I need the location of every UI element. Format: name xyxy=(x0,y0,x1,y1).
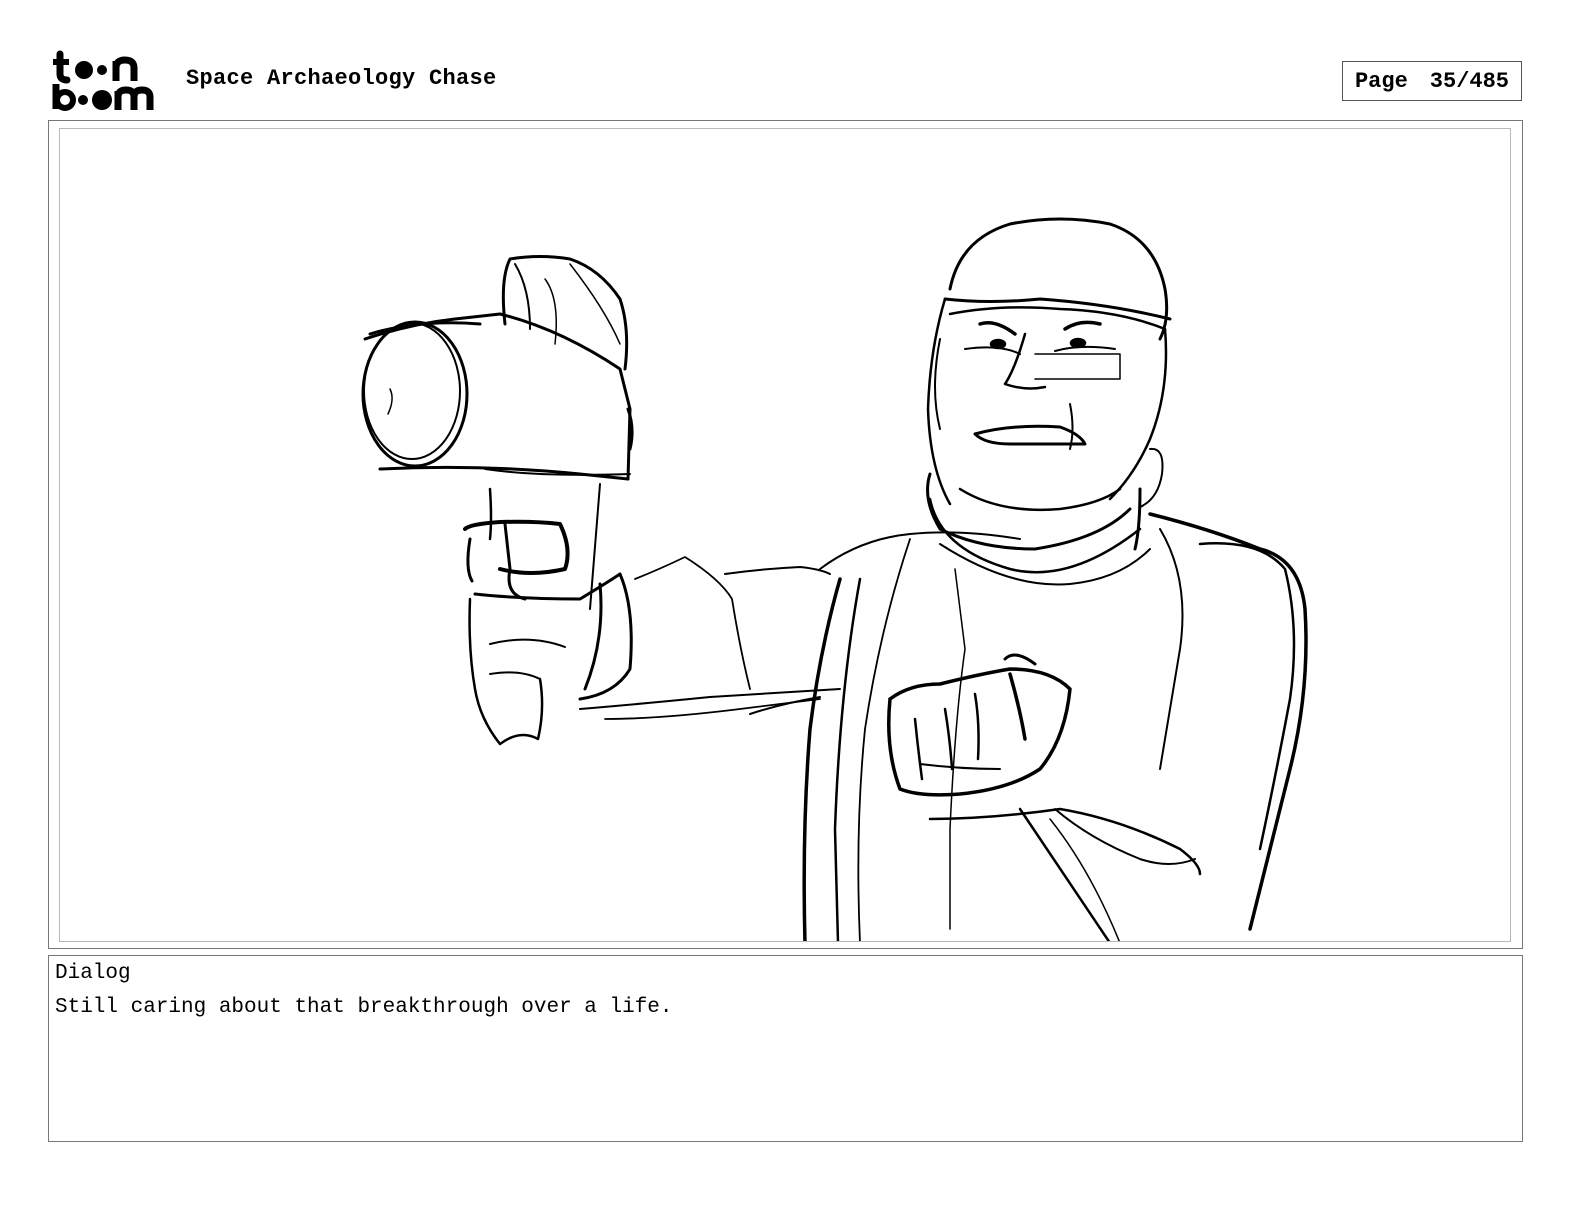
storyboard-header: Space Archaeology Chase Page 35/485 xyxy=(0,0,1584,120)
storyboard-panel xyxy=(59,128,1511,942)
arm-sketch xyxy=(468,556,841,746)
body-sketch xyxy=(802,472,1308,941)
page-label: Page xyxy=(1354,68,1408,94)
dialog-text: Still caring about that breakthrough ove… xyxy=(55,996,673,1019)
blaster-sketch xyxy=(361,255,634,610)
head-sketch xyxy=(926,217,1172,512)
fist-sketch xyxy=(887,653,1202,941)
dialog-box: Dialog Still caring about that breakthro… xyxy=(48,955,1523,1142)
toonboom-logo xyxy=(52,50,154,111)
dialog-label: Dialog xyxy=(55,962,131,985)
project-title: Space Archaeology Chase xyxy=(186,66,497,91)
panel-sketch xyxy=(361,217,1308,941)
page-indicator: Page 35/485 xyxy=(1342,61,1522,101)
page-number: 35/485 xyxy=(1429,68,1510,94)
